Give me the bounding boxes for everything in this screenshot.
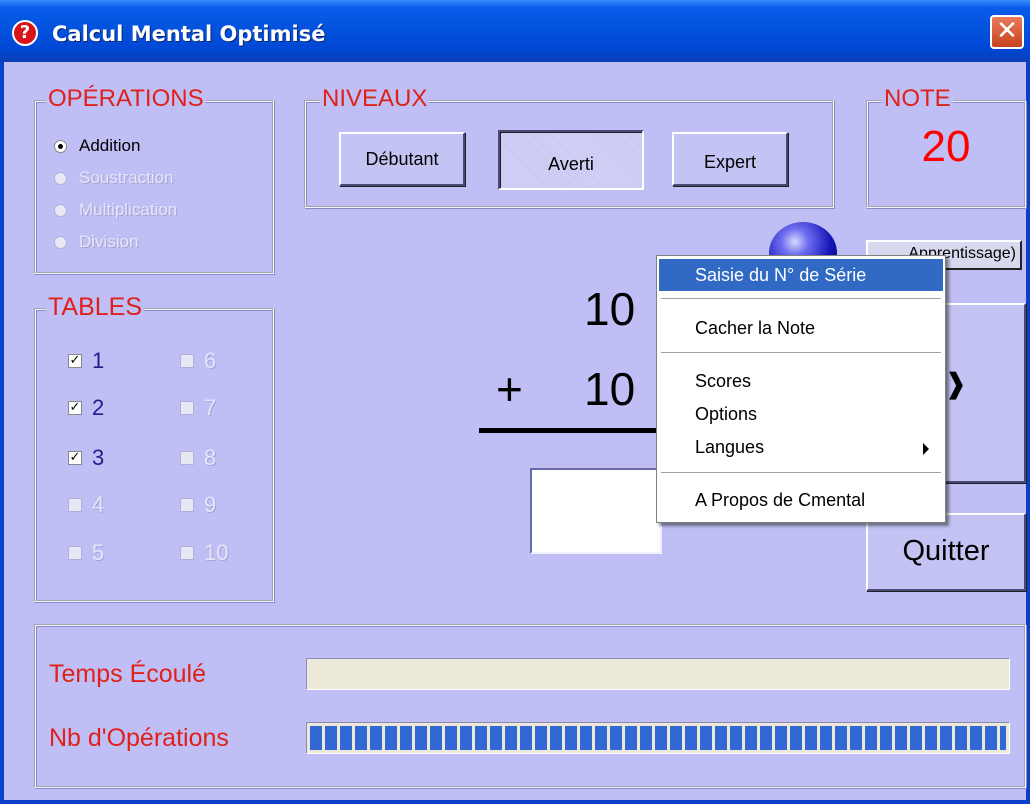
menu-item-languages[interactable]: Langues — [659, 431, 943, 463]
table-checkbox-10[interactable]: 10 — [180, 540, 228, 566]
title-bar[interactable]: ? Calcul Mental Optimisé ✕ — [0, 0, 1030, 62]
niveaux-legend: NIVEAUX — [320, 85, 430, 113]
menu-item-hide-note[interactable]: Cacher la Note — [659, 312, 943, 344]
radio-button-icon[interactable] — [54, 139, 67, 153]
table-checkbox-8[interactable]: 8 — [180, 445, 216, 471]
operations-count-progress — [306, 722, 1010, 754]
checkbox-icon[interactable] — [180, 498, 194, 512]
menu-item-label: Langues — [695, 437, 765, 457]
radio-multiplication[interactable]: Multiplication — [54, 200, 177, 220]
checkbox-icon[interactable]: ✓ — [68, 354, 82, 368]
note-group: NOTE 20 — [866, 85, 1026, 208]
checkbox-icon[interactable]: ✓ — [68, 401, 82, 415]
stats-group — [34, 624, 1026, 788]
radio-label: Soustraction — [79, 168, 174, 187]
operations-group: OPÉRATIONS Addition Soustraction Multipl… — [34, 85, 274, 274]
checkbox-label: 8 — [204, 445, 217, 470]
table-checkbox-1[interactable]: ✓ 1 — [68, 348, 104, 374]
level-debutant-button[interactable]: Débutant — [339, 132, 465, 186]
operand-2: 10 — [584, 363, 636, 415]
niveaux-group: NIVEAUX Débutant Averti Expert — [304, 85, 834, 208]
menu-separator — [661, 352, 941, 354]
operations-count-label: Nb d'Opérations — [49, 724, 229, 752]
traffic-light-icon: ❱ — [944, 367, 968, 400]
answer-input[interactable] — [530, 468, 662, 554]
checkbox-icon[interactable]: ✓ — [68, 451, 82, 465]
checkbox-label: 9 — [204, 492, 217, 517]
elapsed-time-progress — [306, 658, 1010, 690]
menu-separator — [661, 298, 941, 300]
radio-soustraction[interactable]: Soustraction — [54, 168, 174, 188]
radio-button-icon[interactable] — [54, 203, 67, 217]
menu-item-options[interactable]: Options — [659, 398, 943, 430]
tables-group: TABLES ✓ 1 ✓ 2 ✓ 3 4 5 6 7 8 9 10 — [34, 293, 274, 602]
level-expert-button[interactable]: Expert — [672, 132, 788, 186]
radio-addition[interactable]: Addition — [54, 136, 140, 156]
window-title: Calcul Mental Optimisé — [52, 22, 326, 46]
operator-sign: + — [496, 363, 523, 415]
progress-fill — [310, 726, 1006, 750]
checkbox-icon[interactable] — [68, 498, 82, 512]
menu-item-about[interactable]: A Propos de Cmental — [659, 484, 943, 516]
table-checkbox-5[interactable]: 5 — [68, 540, 104, 566]
checkbox-label: 7 — [204, 395, 217, 420]
elapsed-time-label: Temps Écoulé — [49, 660, 207, 688]
tables-legend: TABLES — [46, 293, 145, 321]
radio-label: Addition — [79, 136, 141, 155]
radio-button-icon[interactable] — [54, 235, 67, 249]
submenu-arrow-icon — [923, 443, 929, 455]
checkbox-icon[interactable] — [68, 546, 82, 560]
checkbox-label: 6 — [204, 348, 217, 373]
table-checkbox-3[interactable]: ✓ 3 — [68, 445, 104, 471]
checkbox-icon[interactable] — [180, 546, 194, 560]
menu-item-serial[interactable]: Saisie du N° de Série — [659, 259, 943, 291]
checkbox-icon[interactable] — [180, 354, 194, 368]
radio-button-icon[interactable] — [54, 171, 67, 185]
checkbox-label: 5 — [92, 540, 105, 565]
checkbox-icon[interactable] — [180, 451, 194, 465]
quit-button[interactable]: Quitter — [866, 513, 1026, 591]
note-value: 20 — [921, 122, 971, 171]
table-checkbox-2[interactable]: ✓ 2 — [68, 395, 104, 421]
checkbox-label: 1 — [92, 348, 105, 373]
checkbox-label: 2 — [92, 395, 105, 420]
menu-separator — [661, 472, 941, 474]
table-checkbox-6[interactable]: 6 — [180, 348, 216, 374]
operand-1: 10 — [584, 283, 636, 335]
checkbox-label: 4 — [92, 492, 105, 517]
menu-item-scores[interactable]: Scores — [659, 365, 943, 397]
radio-division[interactable]: Division — [54, 232, 139, 252]
checkbox-label: 3 — [92, 445, 105, 470]
table-checkbox-9[interactable]: 9 — [180, 492, 216, 518]
close-button[interactable]: ✕ — [990, 15, 1024, 49]
start-button[interactable]: ❱ — [934, 303, 1026, 483]
sum-line — [479, 428, 679, 433]
table-checkbox-7[interactable]: 7 — [180, 395, 216, 421]
checkbox-label: 10 — [204, 540, 229, 565]
context-menu: Saisie du N° de Série Cacher la Note Sco… — [656, 255, 946, 523]
help-icon[interactable]: ? — [12, 20, 38, 46]
checkbox-icon[interactable] — [180, 401, 194, 415]
radio-label: Division — [79, 232, 139, 251]
level-averti-button[interactable]: Averti — [498, 130, 644, 190]
radio-label: Multiplication — [79, 200, 178, 219]
operations-legend: OPÉRATIONS — [46, 85, 206, 113]
note-legend: NOTE — [882, 85, 953, 113]
table-checkbox-4[interactable]: 4 — [68, 492, 104, 518]
